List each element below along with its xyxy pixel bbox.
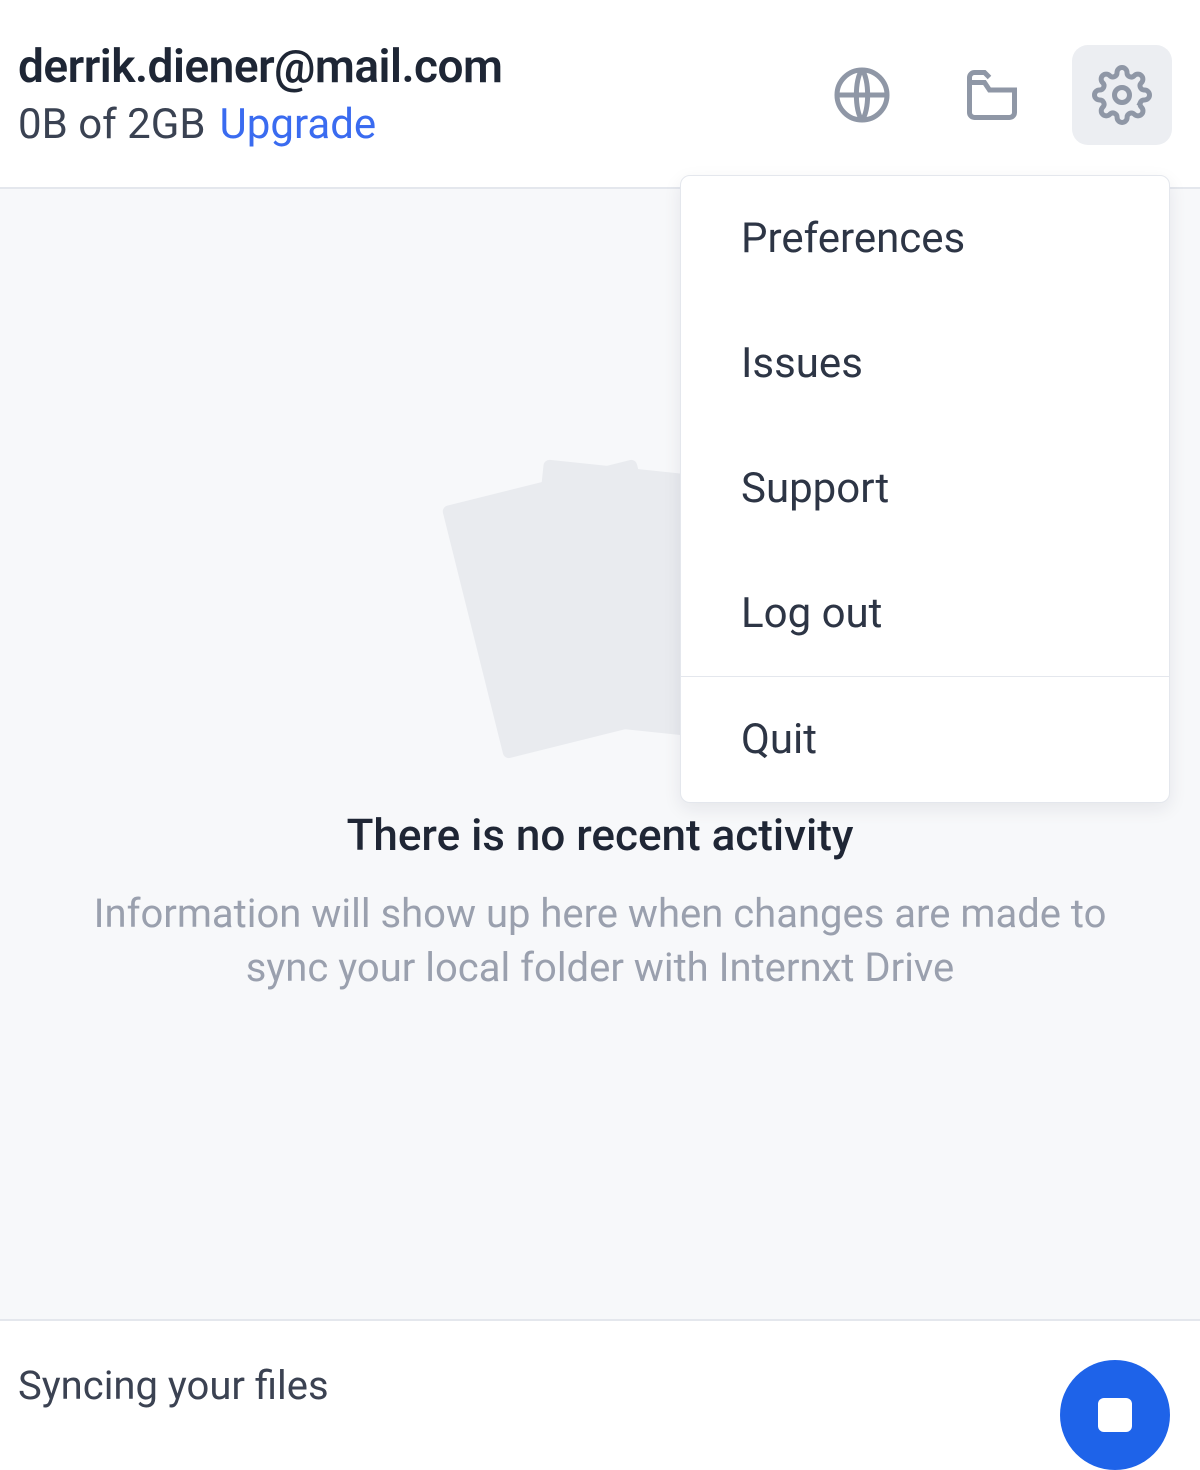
menu-item-support[interactable]: Support [681, 426, 1169, 551]
globe-icon [832, 65, 892, 125]
header-bar: derrik.diener@mail.com 0B of 2GB Upgrade [0, 0, 1200, 189]
account-block: derrik.diener@mail.com 0B of 2GB Upgrade [18, 40, 503, 149]
gear-icon [1092, 65, 1152, 125]
account-email: derrik.diener@mail.com [18, 40, 503, 94]
folder-icon [962, 65, 1022, 125]
settings-dropdown: Preferences Issues Support Log out Quit [680, 175, 1170, 803]
footer-bar: Syncing your files [0, 1319, 1200, 1449]
stop-sync-button[interactable] [1060, 1360, 1170, 1470]
empty-state-title: There is no recent activity [347, 809, 854, 861]
sync-status-text: Syncing your files [18, 1362, 329, 1409]
storage-usage: 0B of 2GB [18, 100, 206, 149]
empty-state-subtitle: Information will show up here when chang… [60, 887, 1140, 995]
stop-icon [1098, 1398, 1132, 1432]
settings-button[interactable] [1072, 45, 1172, 145]
folder-button[interactable] [942, 45, 1042, 145]
globe-button[interactable] [812, 45, 912, 145]
menu-item-preferences[interactable]: Preferences [681, 176, 1169, 301]
menu-item-quit[interactable]: Quit [681, 677, 1169, 802]
menu-item-issues[interactable]: Issues [681, 301, 1169, 426]
storage-line: 0B of 2GB Upgrade [18, 100, 503, 149]
menu-item-logout[interactable]: Log out [681, 551, 1169, 676]
header-icons [812, 45, 1172, 145]
upgrade-link[interactable]: Upgrade [220, 100, 377, 149]
